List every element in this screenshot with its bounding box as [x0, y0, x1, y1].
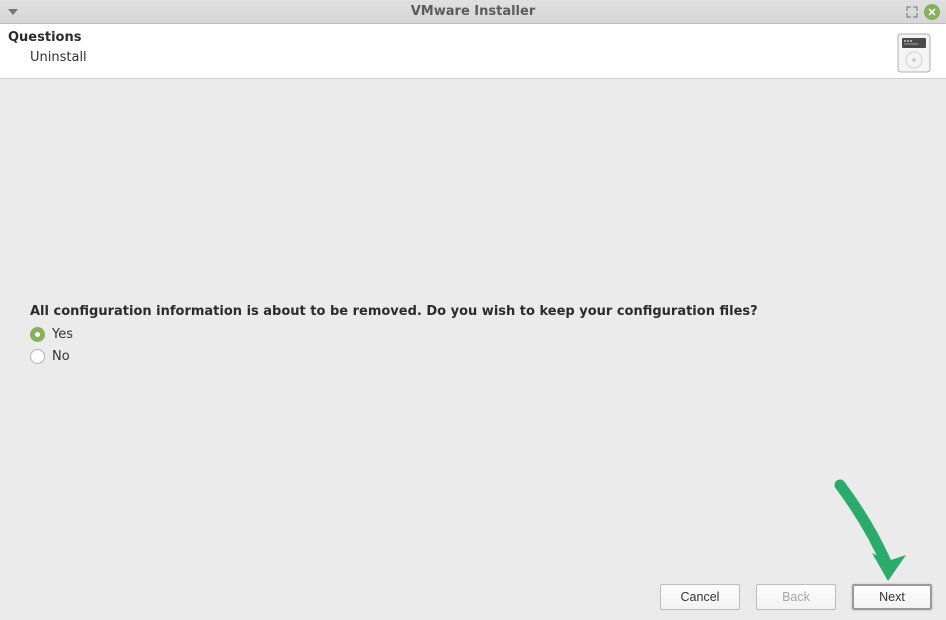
- radio-group: Yes No: [30, 327, 73, 371]
- radio-label: No: [52, 349, 70, 364]
- close-icon: [928, 8, 936, 16]
- maximize-button[interactable]: [906, 6, 918, 18]
- titlebar: VMware Installer: [0, 0, 946, 24]
- window-title: VMware Installer: [0, 4, 946, 19]
- chevron-down-icon: [8, 9, 18, 15]
- radio-option-yes[interactable]: Yes: [30, 327, 73, 342]
- button-bar: Cancel Back Next: [0, 574, 946, 620]
- drive-icon: [896, 32, 932, 74]
- next-button[interactable]: Next: [852, 584, 932, 610]
- cancel-button[interactable]: Cancel: [660, 584, 740, 610]
- close-button[interactable]: [924, 4, 940, 20]
- window-menu-button[interactable]: [8, 9, 18, 15]
- header-subtitle: Uninstall: [30, 50, 87, 65]
- back-button: Back: [756, 584, 836, 610]
- content-area: All configuration information is about t…: [0, 79, 946, 574]
- radio-indicator: [30, 327, 45, 342]
- header-panel: Questions Uninstall: [0, 24, 946, 79]
- radio-label: Yes: [52, 327, 73, 342]
- radio-option-no[interactable]: No: [30, 349, 73, 364]
- radio-indicator: [30, 349, 45, 364]
- maximize-icon: [906, 6, 918, 18]
- question-prompt: All configuration information is about t…: [30, 304, 758, 319]
- header-title: Questions: [8, 30, 87, 45]
